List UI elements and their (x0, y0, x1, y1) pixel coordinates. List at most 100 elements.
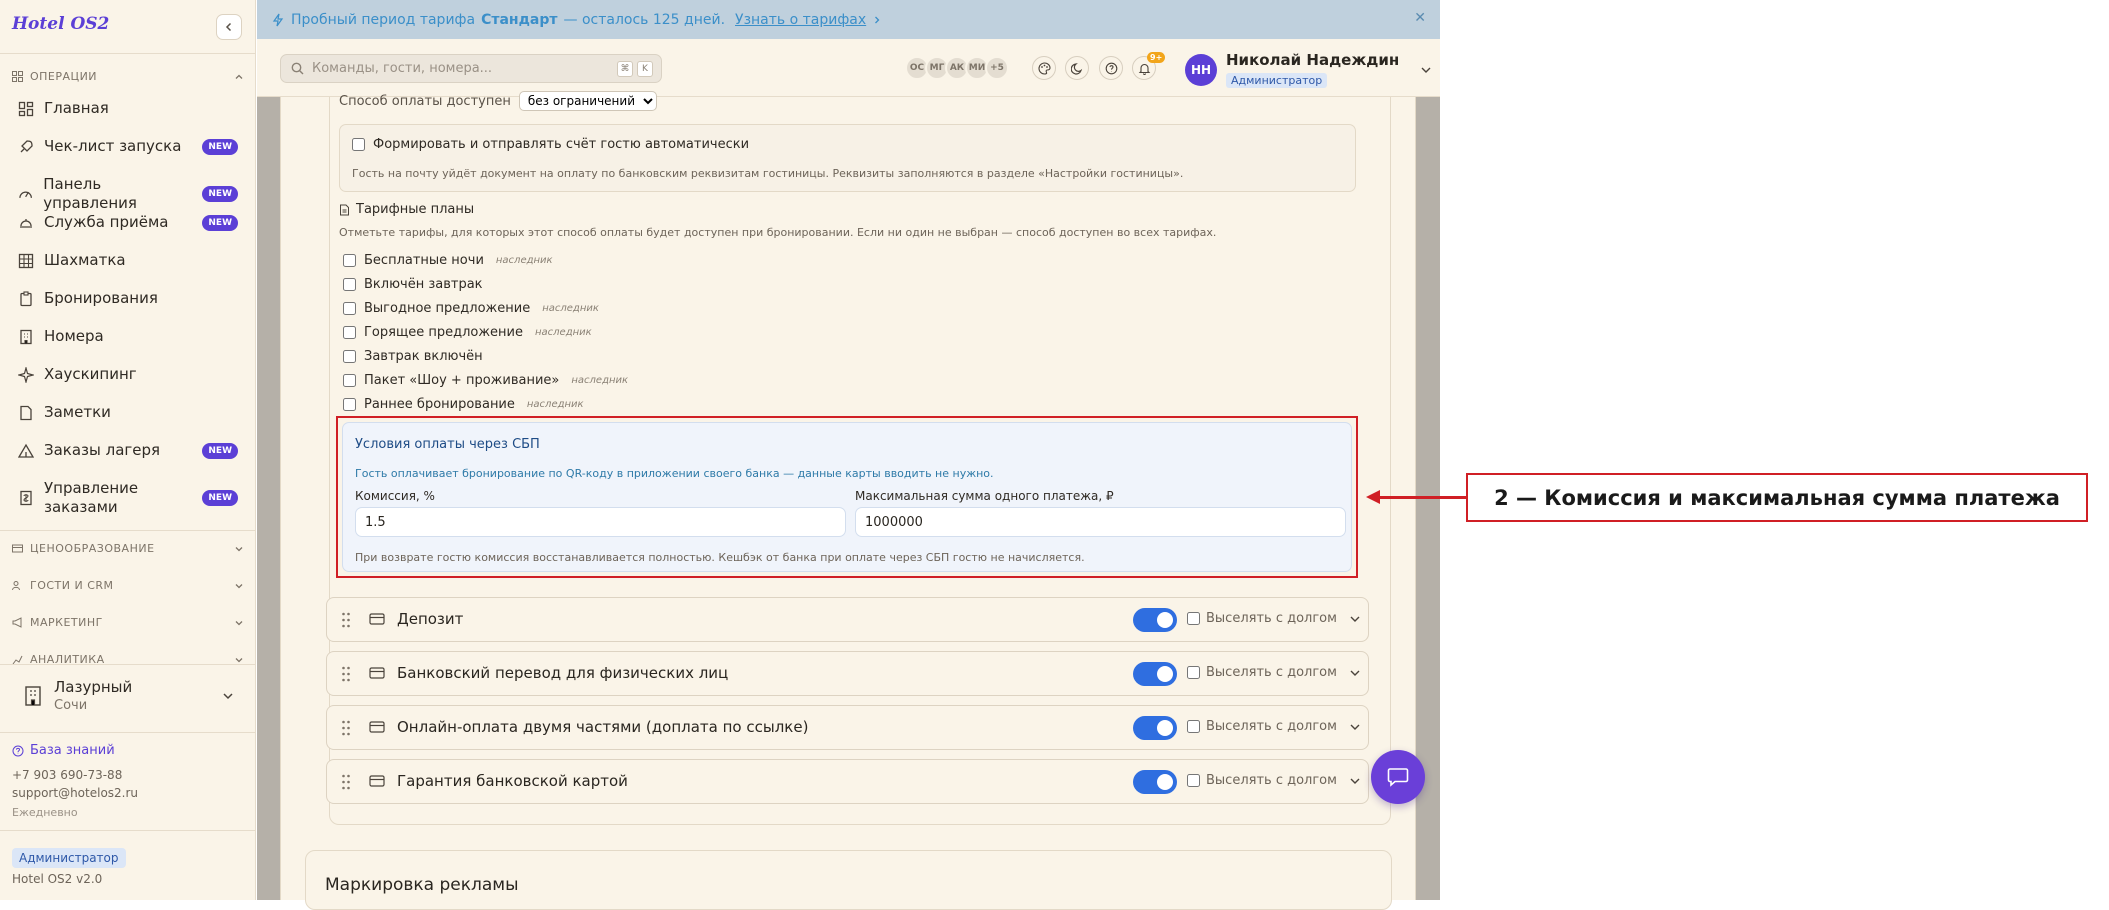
chevron-down-icon[interactable] (1349, 775, 1361, 787)
sidebar-item-front-desk[interactable]: Служба приёма NEW (18, 213, 238, 232)
evict-label: Выселять с долгом (1206, 665, 1337, 680)
banner-prefix: Пробный период тарифа (291, 11, 476, 28)
new-badge: NEW (202, 186, 238, 202)
section-guests-crm[interactable]: ГОСТИ И CRM (12, 579, 244, 592)
sidebar-item-control-panel[interactable]: Панель управления NEW (18, 175, 238, 213)
sidebar-item-chessboard[interactable]: Шахматка (18, 251, 238, 270)
tariff-option[interactable]: Выгодное предложение наследник (343, 301, 599, 316)
annotation-arrow (1380, 496, 1466, 499)
tariff-option[interactable]: Пакет «Шоу + проживание» наследник (343, 373, 628, 388)
evict-label: Выселять с долгом (1206, 719, 1337, 734)
bell-icon (1138, 63, 1150, 75)
section-pricing[interactable]: ЦЕНООБРАЗОВАНИЕ (12, 542, 244, 555)
receipt-icon (20, 490, 32, 506)
support-phone[interactable]: +7 903 690-73-88 (12, 768, 122, 782)
drag-handle-icon[interactable] (341, 611, 351, 629)
commission-input[interactable] (355, 507, 846, 537)
tariff-checkbox[interactable] (343, 278, 356, 291)
sidebar-item-rooms[interactable]: Номера (18, 327, 238, 346)
user-menu[interactable]: НН Николай Надеждин Администратор (1185, 51, 1432, 88)
evict-with-debt[interactable]: Выселять с долгом (1187, 611, 1337, 626)
support-email[interactable]: support@hotelos2.ru (12, 786, 138, 800)
close-banner-button[interactable]: ✕ (1414, 10, 1426, 26)
pricing-link[interactable]: Узнать о тарифах (735, 12, 866, 28)
topbar: ⌘ K ОС МГ АК МИ +5 9+ НН Николай Надежди… (257, 39, 1440, 97)
chevron-down-icon[interactable] (1349, 721, 1361, 733)
app-logo[interactable]: Hotel OS2 (12, 14, 109, 34)
enable-toggle[interactable] (1133, 662, 1177, 686)
tariff-option[interactable]: Завтрак включён (343, 349, 483, 364)
sidebar-item-housekeeping[interactable]: Хаускипинг (18, 365, 238, 384)
evict-with-debt[interactable]: Выселять с долгом (1187, 665, 1337, 680)
availability-label: Способ оплаты доступен (339, 93, 511, 109)
chevron-down-icon (223, 692, 233, 699)
section-title: ОПЕРАЦИИ (30, 70, 98, 83)
sidebar-item-camp-orders[interactable]: Заказы лагеря NEW (18, 441, 238, 460)
sidebar-item-label: Бронирования (44, 289, 158, 307)
sbp-description: Гость оплачивает бронирование по QR-коду… (355, 467, 994, 480)
availability-select[interactable]: без ограничений (518, 91, 657, 111)
dark-mode-button[interactable] (1065, 56, 1089, 80)
tariff-tag: наследник (526, 399, 584, 410)
section-marketing[interactable]: МАРКЕТИНГ (12, 616, 244, 629)
chevron-down-icon[interactable] (1349, 667, 1361, 679)
chat-button[interactable] (1371, 750, 1425, 804)
tariff-option[interactable]: Включён завтрак (343, 277, 483, 292)
divider (0, 664, 256, 665)
evict-checkbox[interactable] (1187, 666, 1200, 679)
payment-method-row[interactable]: Депозит Выселять с долгом (326, 597, 1369, 642)
sidebar-item-dashboard[interactable]: Главная (18, 99, 238, 118)
tariff-checkbox[interactable] (343, 302, 356, 315)
tariff-checkbox[interactable] (343, 374, 356, 387)
new-badge: NEW (202, 490, 238, 506)
evict-checkbox[interactable] (1187, 720, 1200, 733)
card-icon (12, 544, 23, 553)
megaphone-icon (12, 617, 22, 628)
sidebar-item-bookings[interactable]: Бронирования (18, 289, 238, 308)
payment-method-row[interactable]: Банковский перевод для физических лиц Вы… (326, 651, 1369, 696)
grid-icon (18, 253, 34, 268)
enable-toggle[interactable] (1133, 608, 1177, 632)
drag-handle-icon[interactable] (341, 773, 351, 791)
sidebar-item-notes[interactable]: Заметки (18, 403, 238, 422)
evict-checkbox[interactable] (1187, 774, 1200, 787)
payment-method-row[interactable]: Онлайн-оплата двумя частями (доплата по … (326, 705, 1369, 750)
auto-invoice-box: Формировать и отправлять счёт гостю авто… (339, 124, 1356, 192)
sidebar-item-checklist[interactable]: Чек-лист запуска NEW (18, 137, 238, 156)
sidebar-item-label: Хаускипинг (44, 365, 137, 383)
chevron-down-icon[interactable] (1349, 613, 1361, 625)
section-operations[interactable]: ОПЕРАЦИИ (12, 70, 244, 83)
tariff-checkbox[interactable] (343, 350, 356, 363)
tariff-option[interactable]: Бесплатные ночи наследник (343, 253, 553, 268)
evict-with-debt[interactable]: Выселять с долгом (1187, 719, 1337, 734)
palette-icon (1037, 61, 1051, 75)
sidebar-item-order-management[interactable]: Управление заказами NEW (18, 479, 238, 517)
collapse-sidebar-button[interactable] (216, 14, 242, 40)
enable-toggle[interactable] (1133, 770, 1177, 794)
search-input[interactable] (312, 61, 562, 76)
tariff-checkbox[interactable] (343, 326, 356, 339)
evict-checkbox[interactable] (1187, 612, 1200, 625)
auto-invoice-checkbox[interactable] (352, 138, 365, 151)
notifications-button[interactable]: 9+ (1132, 52, 1166, 80)
drag-handle-icon[interactable] (341, 665, 351, 683)
online-users[interactable]: ОС МГ АК МИ +5 (905, 56, 1009, 80)
tariff-option[interactable]: Горящее предложение наследник (343, 325, 592, 340)
auto-invoice-row[interactable]: Формировать и отправлять счёт гостю авто… (352, 137, 749, 152)
hotel-switcher[interactable]: Лазурный Сочи (22, 678, 234, 713)
theme-palette-button[interactable] (1032, 56, 1056, 80)
knowledge-base-link[interactable]: База знаний (12, 743, 115, 758)
tariff-checkbox[interactable] (343, 254, 356, 267)
max-amount-input[interactable] (855, 507, 1346, 537)
evict-with-debt[interactable]: Выселять с долгом (1187, 773, 1337, 788)
command-search[interactable]: ⌘ K (280, 54, 662, 83)
trial-banner: Пробный период тарифа Стандарт — осталос… (257, 0, 1440, 39)
new-badge: NEW (202, 214, 238, 231)
help-button[interactable] (1099, 56, 1123, 80)
tariff-checkbox[interactable] (343, 398, 356, 411)
tariff-option[interactable]: Раннее бронирование наследник (343, 397, 584, 412)
sparkle-icon (18, 366, 34, 383)
payment-method-row[interactable]: Гарантия банковской картой Выселять с до… (326, 759, 1369, 804)
drag-handle-icon[interactable] (341, 719, 351, 737)
enable-toggle[interactable] (1133, 716, 1177, 740)
